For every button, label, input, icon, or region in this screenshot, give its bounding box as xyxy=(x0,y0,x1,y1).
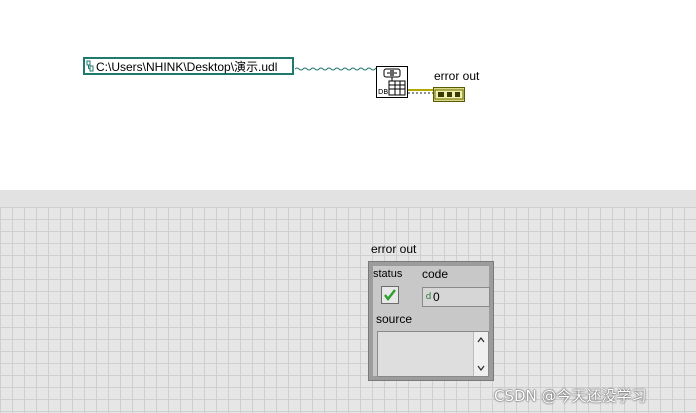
open-connection-subvi[interactable]: DB xyxy=(376,66,408,98)
code-indicator[interactable]: d 0 xyxy=(422,287,490,307)
code-representation-badge: d xyxy=(425,292,432,302)
error-wire[interactable] xyxy=(408,88,434,96)
subvi-label: DB xyxy=(378,88,388,96)
path-constant-value: C:\Users\NHINK\Desktop\演示.udl xyxy=(96,59,278,74)
path-constant[interactable]: C:\Users\NHINK\Desktop\演示.udl xyxy=(83,57,294,75)
error-out-cluster-label: error out xyxy=(371,242,417,256)
code-label: code xyxy=(422,267,449,281)
database-connect-icon: DB xyxy=(378,68,406,96)
path-wire[interactable] xyxy=(295,66,378,72)
scroll-up-arrow-icon[interactable] xyxy=(474,334,488,346)
path-icon xyxy=(86,60,95,72)
pane-separator[interactable] xyxy=(0,190,696,207)
csdn-watermark: CSDN @今天还没学习 xyxy=(494,387,647,405)
status-label: status xyxy=(373,268,403,280)
error-out-terminal-label: error out xyxy=(434,69,480,83)
status-indicator[interactable] xyxy=(381,286,399,304)
block-diagram: C:\Users\NHINK\Desktop\演示.udl DB error o… xyxy=(0,0,696,190)
front-panel xyxy=(0,207,696,413)
error-out-terminal[interactable] xyxy=(433,87,465,102)
source-indicator[interactable] xyxy=(377,331,489,377)
source-scrollbar[interactable] xyxy=(473,332,488,376)
source-label: source xyxy=(376,312,413,326)
cluster-terminal-icon xyxy=(434,89,464,100)
scroll-down-arrow-icon[interactable] xyxy=(474,362,488,374)
checkmark-icon xyxy=(384,289,396,301)
code-value: 0 xyxy=(433,290,440,304)
